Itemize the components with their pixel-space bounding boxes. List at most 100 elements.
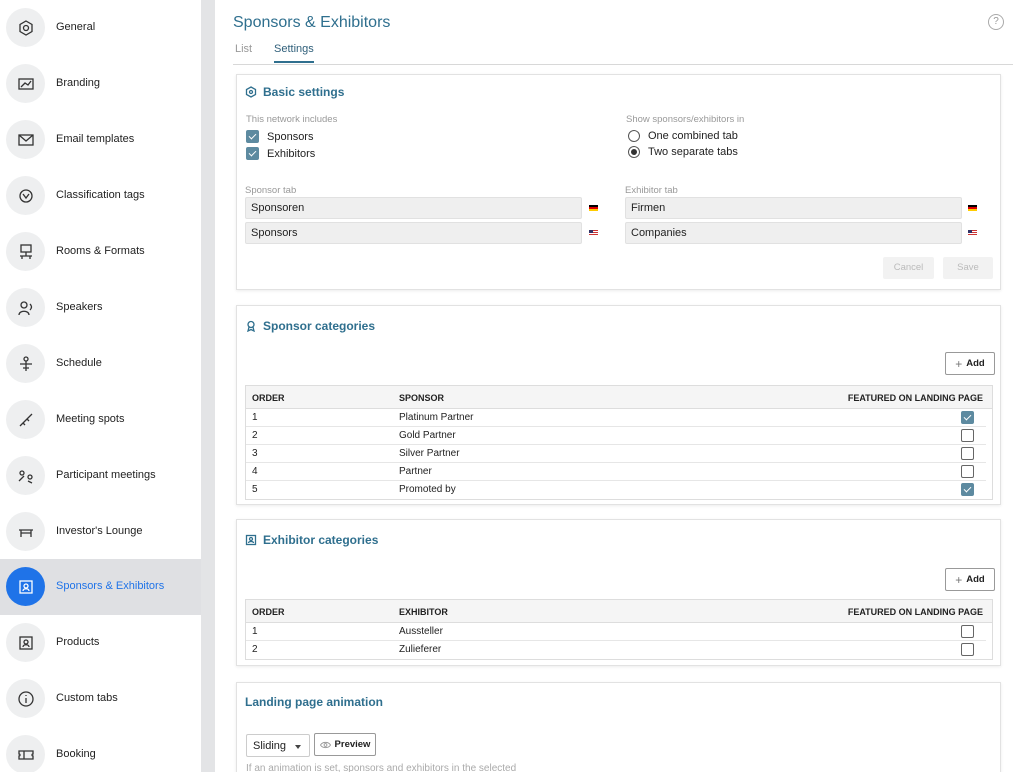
sidebar-item-label: Schedule <box>56 357 102 369</box>
radio-two-separate[interactable]: Two separate tabs <box>628 146 738 158</box>
sponsor-tab-en-input[interactable]: Sponsors <box>245 222 582 244</box>
sponsors-checkbox-row[interactable]: Sponsors <box>246 130 313 143</box>
save-button[interactable]: Save <box>943 257 993 279</box>
add-sponsor-category-button[interactable]: + Add <box>945 352 995 375</box>
radio-one-combined[interactable]: One combined tab <box>628 130 738 142</box>
radio-button[interactable] <box>628 130 640 142</box>
sidebar-item-label: Classification tags <box>56 189 145 201</box>
cancel-button[interactable]: Cancel <box>883 257 934 279</box>
help-icon[interactable]: ? <box>988 14 1004 30</box>
exhibitors-checkbox-row[interactable]: Exhibitors <box>246 147 315 160</box>
tags-globe-icon <box>6 176 45 215</box>
exhibitor-tab-label: Exhibitor tab <box>625 185 678 196</box>
hexagon-gear-icon <box>245 86 257 98</box>
sidebar-item-label: Participant meetings <box>56 469 156 481</box>
exhibitor-categories-table: ORDER EXHIBITOR FEATURED ON LANDING PAGE… <box>245 599 993 660</box>
sidebar-item-label: Speakers <box>56 301 103 313</box>
sidebar-item-products[interactable]: Products <box>0 615 201 671</box>
sidebar-item-label: Email templates <box>56 133 135 145</box>
preview-button[interactable]: Preview <box>314 733 376 756</box>
table-row[interactable]: 2 Gold Partner <box>246 427 986 445</box>
sponsor-categories-card: Sponsor categories + Add ORDER SPONSOR F… <box>236 305 1001 505</box>
sponsors-checkbox[interactable] <box>246 130 259 143</box>
includes-label: This network includes <box>246 114 338 125</box>
basic-settings-card: Basic settings This network includes Spo… <box>236 74 1001 290</box>
sidebar-item-label: Investor's Lounge <box>56 525 143 537</box>
sponsor-categories-table: ORDER SPONSOR FEATURED ON LANDING PAGE 1… <box>245 385 993 500</box>
presentation-room-icon <box>6 232 45 271</box>
table-row[interactable]: 5 Promoted by <box>246 481 986 499</box>
sidebar-item-label: Branding <box>56 77 101 89</box>
participant-meetings-icon <box>6 456 45 495</box>
featured-checkbox[interactable] <box>961 483 974 496</box>
exhibitor-categories-card: Exhibitor categories + Add ORDER EXHIBIT… <box>236 519 1001 666</box>
meeting-spots-icon <box>6 400 45 439</box>
tab-settings[interactable]: Settings <box>274 43 314 63</box>
add-exhibitor-category-button[interactable]: + Add <box>945 568 995 591</box>
tab-bar: List Settings <box>233 43 1013 65</box>
sidebar-item-label: General <box>56 21 96 33</box>
sidebar-item-speakers[interactable]: Speakers <box>0 280 201 336</box>
sidebar-item-label: Meeting spots <box>56 413 125 425</box>
sidebar-item-email-templates[interactable]: Email templates <box>0 112 201 168</box>
us-flag-icon <box>968 230 977 236</box>
radio-button-selected[interactable] <box>628 146 640 158</box>
sidebar-item-schedule[interactable]: Schedule <box>0 336 201 392</box>
sponsor-board-icon <box>6 567 45 606</box>
table-header: ORDER EXHIBITOR FEATURED ON LANDING PAGE <box>246 600 992 623</box>
table-header: ORDER SPONSOR FEATURED ON LANDING PAGE <box>246 386 992 409</box>
featured-checkbox[interactable] <box>961 411 974 424</box>
sidebar-item-custom-tabs[interactable]: Custom tabs <box>0 671 201 727</box>
sidebar-item-meeting-spots[interactable]: Meeting spots <box>0 392 201 448</box>
hexagon-gear-icon <box>6 8 45 47</box>
table-row[interactable]: 3 Silver Partner <box>246 445 986 463</box>
schedule-person-icon <box>6 344 45 383</box>
table-row[interactable]: 4 Partner <box>246 463 986 481</box>
animation-select[interactable]: Sliding <box>246 734 310 757</box>
chevron-down-icon <box>295 745 301 749</box>
sidebar-item-rooms-formats[interactable]: Rooms & Formats <box>0 224 201 280</box>
animation-note: If an animation is set, sponsors and exh… <box>246 763 517 772</box>
featured-checkbox[interactable] <box>961 625 974 638</box>
exhibitor-tab-en-input[interactable]: Companies <box>625 222 962 244</box>
featured-checkbox[interactable] <box>961 465 974 478</box>
plus-icon: + <box>955 572 963 587</box>
info-icon <box>6 679 45 718</box>
table-row[interactable]: 2 Zulieferer <box>246 641 986 659</box>
sidebar-item-label: Booking <box>56 748 96 760</box>
sidebar-item-investors-lounge[interactable]: Investor's Lounge <box>0 504 201 560</box>
tab-list[interactable]: List <box>235 43 252 61</box>
basic-settings-title: Basic settings <box>245 85 344 99</box>
award-ribbon-icon <box>247 320 255 332</box>
featured-checkbox[interactable] <box>961 643 974 656</box>
sidebar-item-label: Sponsors & Exhibitors <box>56 580 165 592</box>
sidebar-item-classification-tags[interactable]: Classification tags <box>0 168 201 224</box>
sidebar-item-label: Rooms & Formats <box>56 245 145 257</box>
table-row[interactable]: 1 Platinum Partner <box>246 409 986 427</box>
exhibitors-checkbox[interactable] <box>246 147 259 160</box>
featured-checkbox[interactable] <box>961 429 974 442</box>
sidebar: General Branding Email templates Classif… <box>0 0 201 772</box>
plus-icon: + <box>955 356 963 371</box>
featured-checkbox[interactable] <box>961 447 974 460</box>
sponsor-categories-title: Sponsor categories <box>245 319 375 333</box>
image-frame-icon <box>6 64 45 103</box>
speaker-person-icon <box>6 288 45 327</box>
sidebar-item-participant-meetings[interactable]: Participant meetings <box>0 448 201 504</box>
sidebar-separator <box>201 0 215 772</box>
landing-animation-title: Landing page animation <box>245 695 384 709</box>
main-content: Sponsors & Exhibitors ? List Settings Ba… <box>215 0 1024 772</box>
sidebar-item-booking[interactable]: Booking <box>0 727 201 772</box>
table-row[interactable]: 1 Aussteller <box>246 623 986 641</box>
show-in-label: Show sponsors/exhibitors in <box>626 114 745 125</box>
sidebar-item-label: Custom tabs <box>56 692 118 704</box>
sponsor-tab-de-input[interactable]: Sponsoren <box>245 197 582 219</box>
sidebar-item-branding[interactable]: Branding <box>0 56 201 112</box>
landing-animation-card: Landing page animation Sliding Preview I… <box>236 682 1001 772</box>
page-title: Sponsors & Exhibitors <box>233 14 391 31</box>
exhibitor-categories-title: Exhibitor categories <box>245 533 378 547</box>
products-board-icon <box>6 623 45 662</box>
sidebar-item-sponsors-exhibitors[interactable]: Sponsors & Exhibitors <box>0 559 201 615</box>
sidebar-item-general[interactable]: General <box>0 0 201 56</box>
exhibitor-tab-de-input[interactable]: Firmen <box>625 197 962 219</box>
